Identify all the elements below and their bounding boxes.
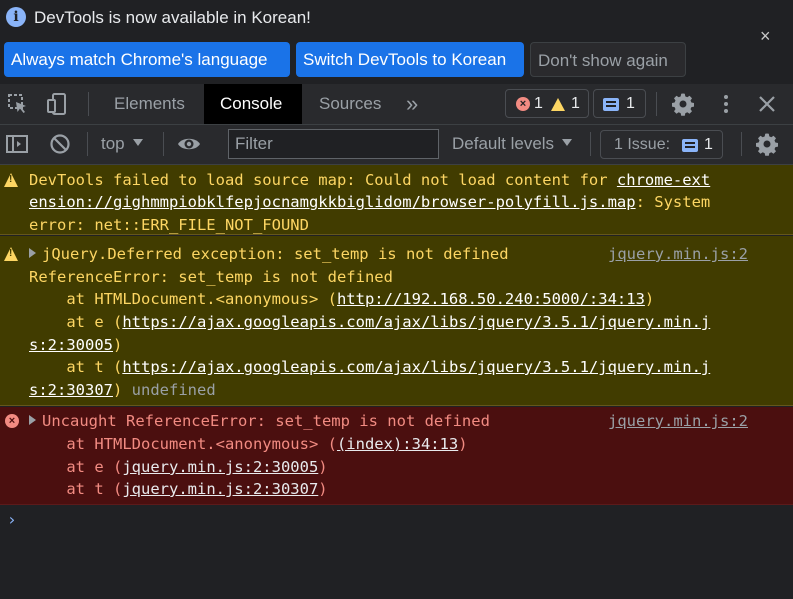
switch-to-korean-button[interactable]: Switch DevTools to Korean (296, 42, 524, 77)
issue-icon (682, 139, 698, 152)
frame-text: ) (318, 480, 328, 498)
warning-icon (551, 98, 565, 111)
message-line: DevTools failed to load source map: Coul… (29, 169, 710, 192)
message-text: jQuery.Deferred exception: set_temp is n… (42, 245, 509, 263)
message-line: jQuery.Deferred exception: set_temp is n… (29, 243, 509, 266)
frame-text: at t ( (29, 480, 123, 498)
main-toolbar: Elements Console Sources » × 1 1 1 (0, 84, 793, 125)
inspect-element-icon[interactable] (6, 92, 30, 116)
toolbar-divider (656, 92, 657, 116)
source-location-link[interactable]: jquery.min.js:2 (608, 243, 748, 266)
close-devtools-icon[interactable] (755, 92, 779, 116)
live-expression-eye-icon[interactable] (177, 132, 201, 156)
stack-frame-link[interactable]: (index):34:13 (337, 435, 458, 453)
stack-frame-link[interactable]: s:2:30005 (29, 336, 113, 354)
message-line: error: net::ERR_FILE_NOT_FOUND (29, 216, 309, 234)
toolbar-divider (741, 132, 742, 156)
toolbar-divider (163, 132, 164, 156)
more-tabs-icon[interactable]: » (398, 84, 426, 124)
error-icon: × (5, 414, 19, 428)
info-icon: i (6, 7, 26, 27)
stack-frame-link[interactable]: jquery.min.js:2:30307 (122, 480, 318, 498)
sidebar-toggle-icon[interactable] (5, 132, 29, 156)
language-infobar: i DevTools is now available in Korean! ×… (0, 0, 793, 85)
stack-frame: at HTMLDocument.<anonymous> (http://192.… (29, 288, 654, 311)
log-levels-dropdown[interactable]: Default levels (452, 134, 573, 154)
tab-sources[interactable]: Sources (303, 84, 397, 124)
frame-text: ) (644, 290, 655, 308)
close-icon[interactable]: × (760, 26, 771, 47)
warning-icon (4, 173, 18, 187)
message-text: : System (635, 193, 711, 211)
return-value: undefined (122, 381, 216, 399)
frame-text: at e ( (29, 458, 123, 476)
source-map-link[interactable]: chrome-ext (617, 171, 710, 189)
clear-console-icon[interactable] (48, 132, 72, 156)
frame-text: ) (113, 336, 123, 354)
console-message-warning: jQuery.Deferred exception: set_temp is n… (0, 236, 793, 406)
frame-text: at HTMLDocument.<anonymous> ( (29, 435, 337, 453)
error-icon: × (516, 97, 530, 111)
filter-input[interactable] (228, 129, 439, 159)
context-selector[interactable]: top (101, 134, 143, 154)
console-filter-bar: top Default levels 1 Issue: 1 (0, 125, 793, 165)
warning-count: 1 (571, 95, 580, 112)
stack-frame: s:2:30307) undefined (29, 379, 216, 402)
toolbar-divider (88, 92, 89, 116)
frame-text: at HTMLDocument.<anonymous> ( (29, 290, 337, 308)
gear-icon[interactable] (671, 92, 695, 116)
console-message-warning: DevTools failed to load source map: Coul… (0, 165, 793, 235)
stack-frame-link[interactable]: http://192.168.50.240:5000/:34:13 (337, 290, 645, 308)
stack-frame-link[interactable]: https://ajax.googleapis.com/ajax/libs/jq… (122, 313, 710, 331)
source-map-link[interactable]: ension://gighmmpiobklfepjocnamgkkbiglido… (29, 193, 636, 211)
stack-frame: at HTMLDocument.<anonymous> ((index):34:… (29, 433, 468, 456)
chevron-down-icon (132, 139, 143, 146)
message-icon (603, 98, 619, 111)
error-warning-counter[interactable]: × 1 1 (505, 89, 589, 118)
log-levels-label: Default levels (452, 134, 555, 153)
message-text: DevTools failed to load source map: Coul… (29, 171, 617, 189)
more-options-icon[interactable] (714, 92, 738, 116)
toolbar-divider (590, 132, 591, 156)
message-count: 1 (626, 95, 635, 112)
infobar-message: DevTools is now available in Korean! (34, 8, 311, 27)
warning-icon (4, 247, 18, 261)
error-count: 1 (534, 95, 543, 112)
console-settings-gear-icon[interactable] (755, 132, 779, 156)
message-line: ReferenceError: set_temp is not defined (29, 268, 393, 286)
frame-text: ) (113, 381, 123, 399)
frame-text: at e ( (29, 313, 123, 331)
message-line: ension://gighmmpiobklfepjocnamgkkbiglido… (29, 191, 710, 214)
context-selector-label: top (101, 134, 125, 153)
chevron-down-icon (562, 139, 573, 146)
stack-frame: at e (jquery.min.js:2:30005) (29, 456, 328, 479)
device-toolbar-icon[interactable] (45, 92, 69, 116)
frame-text: ) (318, 458, 328, 476)
toolbar-divider (87, 132, 88, 156)
stack-frame: at t (jquery.min.js:2:30307) (29, 478, 328, 501)
frame-text: at t ( (29, 358, 123, 376)
stack-frame: at t (https://ajax.googleapis.com/ajax/l… (29, 356, 710, 379)
issues-button[interactable]: 1 Issue: 1 (600, 130, 723, 159)
message-line: Uncaught ReferenceError: set_temp is not… (29, 410, 490, 433)
issues-count: 1 (704, 136, 713, 153)
expand-triangle-icon[interactable] (29, 415, 36, 425)
stack-frame-link[interactable]: https://ajax.googleapis.com/ajax/libs/jq… (122, 358, 710, 376)
console-message-error: × Uncaught ReferenceError: set_temp is n… (0, 407, 793, 505)
frame-text: ) (458, 435, 468, 453)
stack-frame: s:2:30005) (29, 334, 122, 357)
message-text: Uncaught ReferenceError: set_temp is not… (42, 412, 490, 430)
stack-frame: at e (https://ajax.googleapis.com/ajax/l… (29, 311, 710, 334)
source-location-link[interactable]: jquery.min.js:2 (608, 410, 748, 433)
stack-frame-link[interactable]: s:2:30307 (29, 381, 113, 399)
dont-show-again-button[interactable]: Don't show again (530, 42, 686, 77)
console-prompt-icon[interactable]: › (7, 510, 17, 529)
tab-console[interactable]: Console (204, 84, 302, 124)
tab-elements[interactable]: Elements (98, 84, 201, 124)
always-match-language-button[interactable]: Always match Chrome's language (4, 42, 290, 77)
expand-triangle-icon[interactable] (29, 248, 36, 258)
issues-label: 1 Issue: (614, 136, 671, 153)
messages-counter[interactable]: 1 (593, 89, 646, 118)
stack-frame-link[interactable]: jquery.min.js:2:30005 (122, 458, 318, 476)
